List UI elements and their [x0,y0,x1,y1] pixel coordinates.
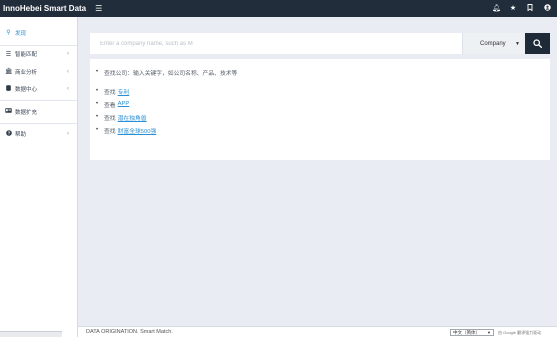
search-button[interactable] [525,33,550,54]
bookmark-icon[interactable] [526,4,534,13]
link-prefix: 查找 [104,89,116,96]
top-icon-group: 🔔︎ ★ [492,0,551,17]
sidebar-item-smart-match[interactable]: ☰ 智能匹配 ‹ [0,46,77,64]
caret-down-icon: ▼ [487,330,491,335]
list-item: • 查找 专利 [96,87,130,96]
search-bar: Company ▼ [90,33,550,54]
app-link[interactable]: APP [118,101,130,107]
list-item: • 查看 APP [96,101,130,109]
chevron-left-icon: ‹ [67,131,69,138]
id-card-icon [5,108,12,115]
sidebar-item-data-center[interactable]: 数据中心 ‹ [0,81,77,99]
sidebar-item-label: 数据扩充 [15,109,38,116]
database-icon [5,85,12,93]
sidebar: ⚲ 发现 ☰ 智能匹配 ‹ 🏛︎ 商业分析 ‹ 数据中心 ‹ 数据扩充 ? 帮助… [0,17,78,337]
link-prefix: 查找 [104,128,116,135]
intro-text: 查找公司：输入关键字，如公司名称、产品、技术等 [104,70,238,77]
sidebar-item-business-analysis[interactable]: 🏛︎ 商业分析 ‹ [0,63,77,81]
chevron-left-icon: ‹ [67,68,69,75]
fortune-500-link[interactable]: 财富全球500强 [118,126,157,135]
footer: DATA ORIGINATION. Smart Match. 中文（简体） ▼ … [78,326,557,337]
sidebar-item-label: 帮助 [15,132,27,139]
chevron-left-icon: ‹ [67,86,69,93]
sidebar-item-label: 数据中心 [15,87,38,94]
chevron-left-icon: ‹ [67,51,69,58]
brand-title[interactable]: InnoHebei Smart Data [0,4,86,13]
search-icon: ⚲ [6,30,11,37]
link-prefix: 查找 [104,115,116,122]
user-icon[interactable] [543,4,551,13]
language-selected: 中文（简体） [453,329,480,335]
caret-down-icon: ▼ [515,40,520,47]
sidebar-item-label: 智能匹配 [15,52,38,59]
sidebar-item-data-enrichment[interactable]: 数据扩充 [0,103,77,121]
search-type-select[interactable]: Company ▼ [462,33,525,54]
sidebar-divider [0,122,77,124]
list-item: • 查找 财富全球500强 [96,126,157,135]
bell-icon[interactable]: 🔔︎ [492,5,501,12]
list-item: • 查找 潜在独角兽 [96,113,147,122]
list-icon: ☰ [5,51,12,58]
help-list: • 查找公司：输入关键字，如公司名称、产品、技术等 • 查找 专利 • 查看 A… [96,68,550,135]
svg-text:?: ? [7,131,10,136]
sidebar-item-label: 商业分析 [15,69,38,76]
list-item: • 查找公司：输入关键字，如公司名称、产品、技术等 [96,69,238,77]
patent-link[interactable]: 专利 [118,87,130,96]
footer-text: DATA ORIGINATION. Smart Match. [86,329,173,335]
sidebar-item-help[interactable]: ? 帮助 ‹ [0,126,77,144]
hamburger-icon[interactable]: ☰ [95,4,102,13]
link-prefix: 查看 [104,102,116,109]
bank-icon: 🏛︎ [5,69,13,76]
google-translate-label: 由 Google 翻译强力驱动 [498,330,542,335]
language-select[interactable]: 中文（简体） ▼ [450,329,494,336]
company-search-input[interactable] [90,33,462,54]
sidebar-item-discover[interactable]: ⚲ 发现 [0,24,77,42]
top-navbar: InnoHebei Smart Data ☰ 🔔︎ ★ [0,0,557,17]
status-strip [0,331,62,337]
unicorn-link[interactable]: 潜在独角兽 [118,113,147,122]
question-icon: ? [5,130,12,138]
sidebar-divider [0,100,77,101]
search-type-label: Company [480,40,506,47]
sidebar-item-label: 发现 [15,30,27,37]
search-icon [533,39,542,48]
star-icon[interactable]: ★ [509,5,517,12]
help-panel: • 查找公司：输入关键字，如公司名称、产品、技术等 • 查找 专利 • 查看 A… [90,59,550,160]
